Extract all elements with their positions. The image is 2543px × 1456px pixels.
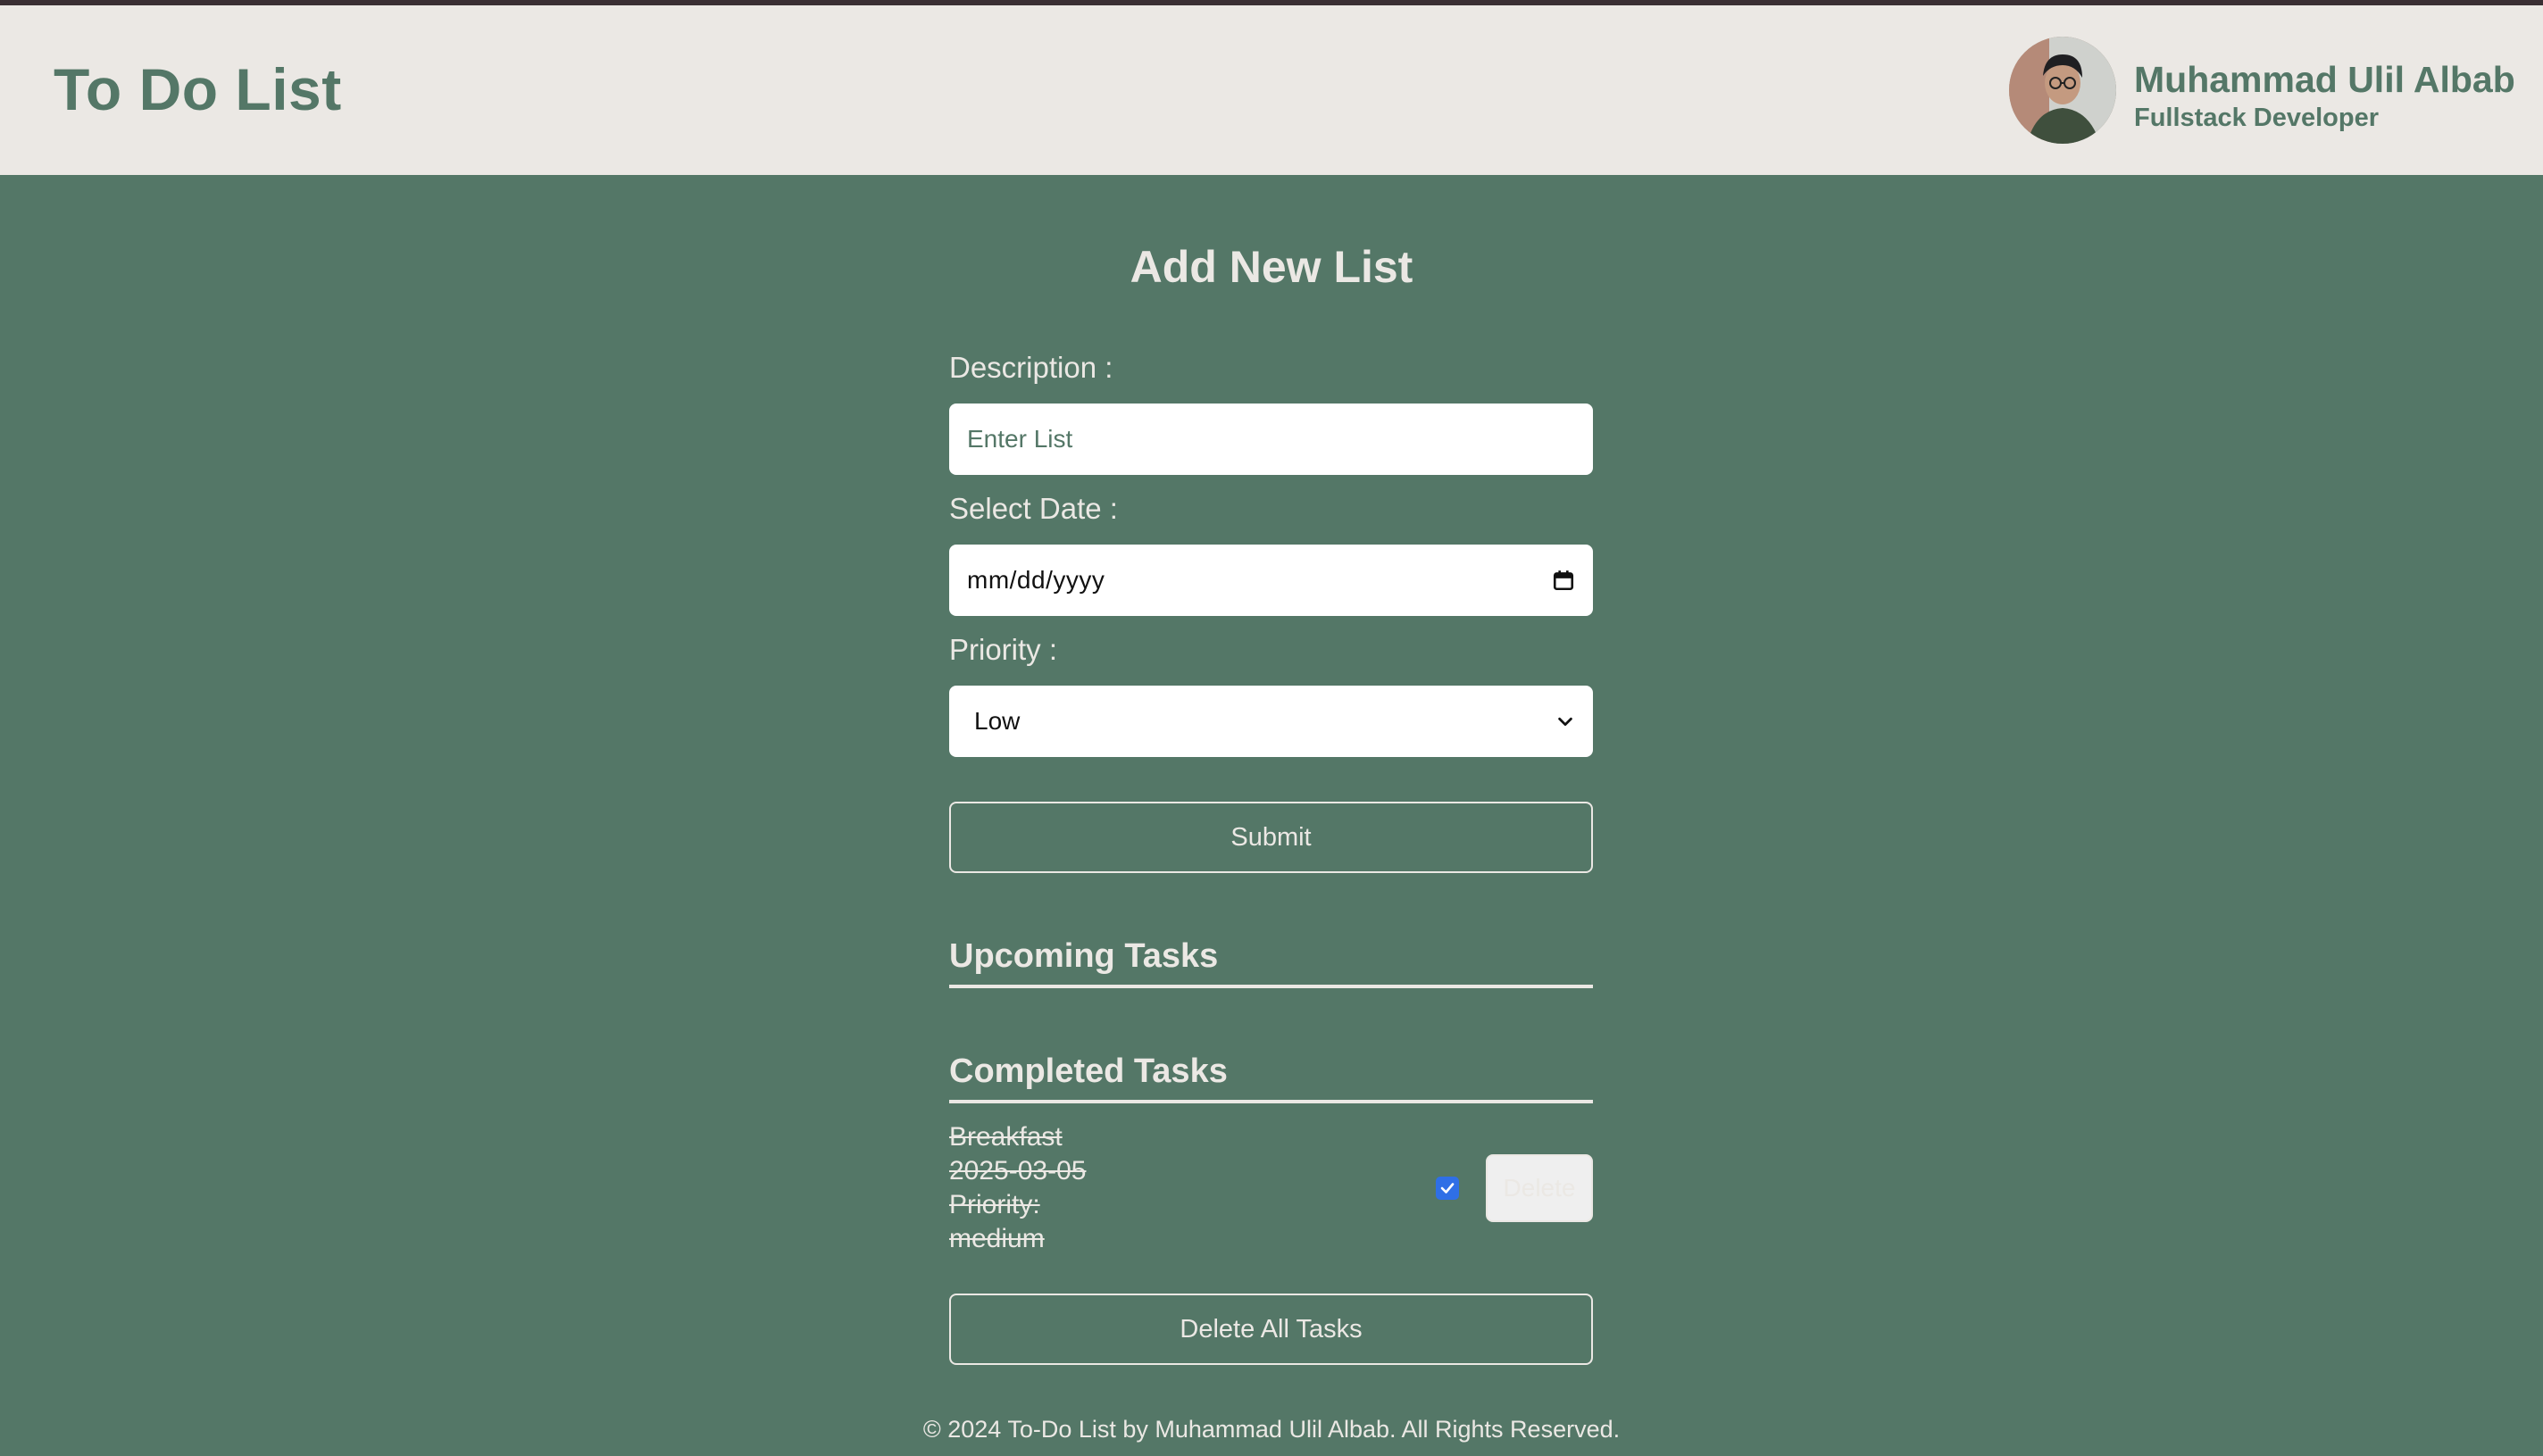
user-role: Fullstack Developer (2134, 104, 2379, 132)
avatar (2009, 37, 2116, 144)
list-item: Breakfast 2025-03-05 Priority: medium De… (949, 1120, 1593, 1254)
completed-tasks-heading: Completed Tasks (949, 1052, 1593, 1103)
submit-button[interactable]: Submit (949, 802, 1593, 873)
task-delete-button[interactable]: Delete (1486, 1154, 1593, 1222)
description-placeholder: Enter List (967, 425, 1073, 453)
chevron-down-icon (1558, 717, 1572, 727)
task-complete-checkbox[interactable] (1436, 1177, 1459, 1200)
priority-selected-value: Low (974, 707, 1021, 735)
task-name: Breakfast (949, 1122, 1063, 1152)
user-name: Muhammad Ulil Albab (2134, 59, 2515, 100)
priority-label: Priority : (949, 633, 1058, 666)
task-priority-label: Priority: (949, 1190, 1040, 1219)
date-placeholder: mm/dd/yyyy (967, 566, 1105, 594)
delete-all-button[interactable]: Delete All Tasks (949, 1294, 1593, 1365)
task-date: 2025-03-05 (949, 1156, 1087, 1186)
description-input[interactable]: Enter List (949, 404, 1593, 475)
check-icon (1440, 1183, 1455, 1194)
footer-copyright: © 2024 To-Do List by Muhammad Ulil Albab… (922, 1416, 1621, 1443)
app-header: To Do List Muhammad Ulil Albab Fullstack… (0, 5, 2543, 175)
task-text: Breakfast 2025-03-05 Priority: medium (949, 1120, 1086, 1256)
calendar-icon[interactable] (1552, 569, 1575, 592)
date-label: Select Date : (949, 492, 1118, 525)
date-input[interactable]: mm/dd/yyyy (949, 545, 1593, 616)
form-title: Add New List (1130, 242, 1413, 292)
priority-select[interactable]: Low (949, 686, 1593, 757)
app-title: To Do List (54, 56, 342, 122)
task-priority-value: medium (949, 1224, 1045, 1253)
upcoming-tasks-heading: Upcoming Tasks (949, 937, 1593, 988)
description-label: Description : (949, 351, 1113, 384)
